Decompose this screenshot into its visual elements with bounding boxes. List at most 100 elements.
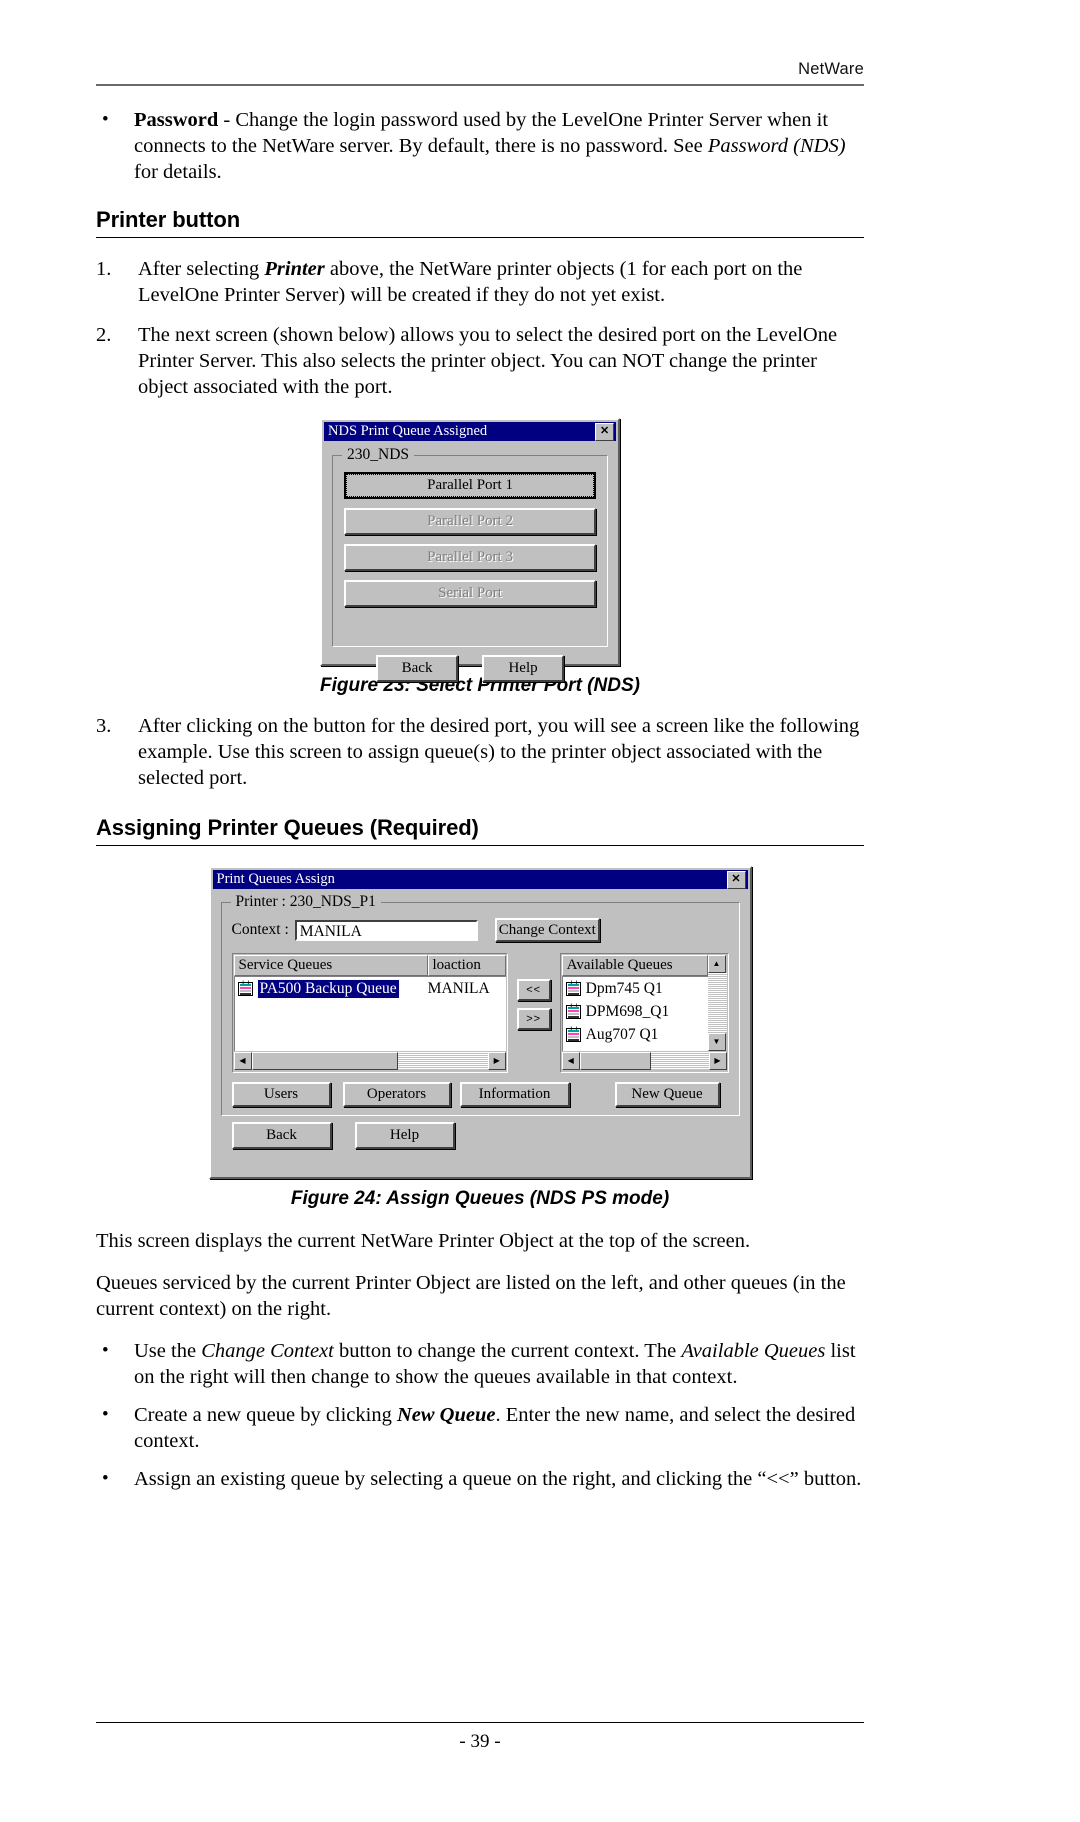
bullet-marker: • [102, 1340, 109, 1361]
page-running-head: NetWare [96, 60, 864, 86]
bullet-marker: • [102, 109, 109, 130]
figure-24-bottom-buttons: Back Help [231, 1122, 750, 1149]
closing-bullet-2-text: Create a new queue by clicking New Queue… [134, 1402, 864, 1454]
closing-bullet-3: • Assign an existing queue by selecting … [96, 1466, 864, 1492]
list-item[interactable]: ++ PA500 Backup Queue MANILA [235, 977, 506, 1000]
queue-icon: ++ [565, 978, 581, 996]
serial-port-label: Serial Port [438, 585, 502, 601]
available-queues-hscrollbar[interactable]: ◀ ▶ [561, 1052, 727, 1071]
item-1-text-1: After selecting [138, 258, 265, 280]
close-icon[interactable]: ✕ [595, 422, 615, 441]
service-queues-hscrollbar[interactable]: ◀ ▶ [233, 1052, 506, 1071]
header-rule [96, 84, 864, 86]
item-1-text: After selecting Printer above, the NetWa… [138, 256, 864, 308]
help-button[interactable]: Help [354, 1122, 455, 1149]
context-row: Context : MANILA Change Context [232, 918, 729, 942]
parallel-port-3-button[interactable]: Parallel Port 3 [344, 544, 597, 571]
parallel-port-3-label: Parallel Port 3 [427, 549, 513, 565]
scroll-track[interactable] [579, 1052, 709, 1070]
back-button-label: Back [401, 660, 433, 676]
available-queue-name: Dpm745 Q1 [585, 979, 663, 997]
back-button[interactable]: Back [376, 655, 459, 682]
change-context-label: Change Context [498, 921, 596, 938]
figure-23-container: NDS Print Queue Assigned ✕ 230_NDS Paral… [96, 418, 864, 697]
service-queues-panel: Service Queues loaction ++ PA500 Backup … [231, 953, 508, 1073]
available-queues-body[interactable]: ++ Dpm745 Q1 ++ DPM698_Q1 ++ Aug707 Q1 [561, 976, 708, 1051]
new-queue-button-label: New Queue [631, 1086, 703, 1102]
cb1-emph: Change Context [201, 1340, 334, 1362]
scroll-thumb[interactable] [251, 1052, 398, 1070]
scroll-right-icon[interactable]: ▶ [487, 1052, 506, 1070]
move-left-label: << [526, 984, 542, 996]
dialog-title-bar: NDS Print Queue Assigned ✕ [324, 422, 617, 441]
new-queue-button[interactable]: New Queue [614, 1082, 720, 1107]
scroll-track[interactable] [251, 1052, 488, 1070]
page-content: • Password - Change the login password u… [96, 100, 864, 1492]
scroll-right-icon[interactable]: ▶ [708, 1052, 727, 1070]
service-queue-location: MANILA [427, 979, 490, 997]
help-button[interactable]: Help [482, 655, 565, 682]
running-head-text: NetWare [798, 60, 864, 78]
vscroll-track[interactable] [707, 973, 727, 1033]
service-queues-header: Service Queues loaction [233, 955, 506, 976]
heading-printer-button-text: Printer button [96, 207, 241, 232]
heading-rule-2 [96, 845, 864, 846]
available-queues-panel: Available Queues ++ Dpm745 Q1 ++ DPM698_… [559, 953, 729, 1073]
dialog-2-title-text: Print Queues Assign [216, 871, 335, 887]
operators-button[interactable]: Operators [342, 1082, 451, 1107]
bullet-marker: • [102, 1468, 109, 1489]
list-item[interactable]: ++ DPM698_Q1 [563, 1000, 708, 1023]
list-item[interactable]: ++ Dpm745 Q1 [563, 977, 708, 1000]
cb1-emph2: Available Queues [681, 1340, 826, 1362]
available-queues-col-name[interactable]: Available Queues [561, 955, 708, 976]
list-item[interactable]: ++ Aug707 Q1 [563, 1023, 708, 1046]
password-bullet-item: • Password - Change the login password u… [96, 107, 864, 185]
information-button[interactable]: Information [459, 1082, 570, 1107]
figure-24-caption: Figure 24: Assign Queues (NDS PS mode) [290, 1188, 670, 1209]
context-input[interactable]: MANILA [294, 919, 478, 941]
available-queues-vscrollbar[interactable]: ▲ ▼ [707, 955, 727, 1051]
change-context-button[interactable]: Change Context [494, 918, 600, 942]
service-queues-body[interactable]: ++ PA500 Backup Queue MANILA [233, 976, 506, 1051]
close-icon[interactable]: ✕ [726, 870, 746, 889]
heading-assigning-printer-queues-text: Assigning Printer Queues (Required) [96, 815, 479, 840]
password-text-2: for details. [134, 161, 222, 183]
parallel-port-2-label: Parallel Port 2 [427, 513, 513, 529]
parallel-port-1-button[interactable]: Parallel Port 1 [344, 472, 597, 499]
users-button-label: Users [263, 1086, 299, 1102]
item-2-number: 2. [96, 324, 112, 346]
scroll-left-icon[interactable]: ◀ [561, 1052, 580, 1070]
move-right-button[interactable]: >> [516, 1008, 551, 1030]
figure-24-container: Print Queues Assign ✕ Printer : 230_NDS_… [96, 866, 864, 1210]
heading-printer-button: Printer button [96, 207, 864, 242]
service-queue-name: PA500 Backup Queue [256, 978, 400, 999]
scroll-left-icon[interactable]: ◀ [233, 1052, 252, 1070]
dialog-title-text: NDS Print Queue Assigned [328, 423, 488, 439]
document-page: NetWare • Password - Change the login pa… [0, 0, 1080, 1822]
information-button-label: Information [478, 1086, 551, 1102]
operators-button-label: Operators [366, 1086, 427, 1102]
nds-print-queue-assigned-dialog: NDS Print Queue Assigned ✕ 230_NDS Paral… [320, 418, 621, 682]
closing-paragraph-1: This screen displays the current NetWare… [96, 1230, 751, 1252]
cb2-text-1: Create a new queue by clicking [134, 1404, 397, 1426]
item-3-text: After clicking on the button for the des… [138, 715, 860, 789]
printer-group-box: Printer : 230_NDS_P1 Context : MANILA Ch… [220, 893, 740, 1116]
scroll-down-icon[interactable]: ▼ [707, 1033, 726, 1051]
item-3-number: 3. [96, 715, 112, 737]
service-queues-col-name[interactable]: Service Queues [233, 955, 428, 976]
help-button-label: Help [389, 1127, 420, 1143]
service-queues-col-location[interactable]: loaction [427, 955, 506, 976]
back-button[interactable]: Back [231, 1122, 332, 1149]
numbered-item-1: 1. After selecting Printer above, the Ne… [96, 256, 864, 308]
users-button[interactable]: Users [231, 1082, 331, 1107]
available-queues-header: Available Queues [561, 955, 708, 976]
scroll-thumb[interactable] [579, 1052, 651, 1070]
transfer-buttons: << >> [508, 953, 560, 1030]
scroll-up-icon[interactable]: ▲ [707, 955, 726, 973]
move-left-button[interactable]: << [516, 979, 551, 1001]
parallel-port-2-button[interactable]: Parallel Port 2 [344, 508, 597, 535]
password-ref-italic: Password (NDS) [707, 135, 846, 157]
serial-port-button[interactable]: Serial Port [344, 580, 597, 607]
numbered-item-2: 2. The next screen (shown below) allows … [96, 322, 864, 400]
item-1-number: 1. [96, 258, 112, 280]
